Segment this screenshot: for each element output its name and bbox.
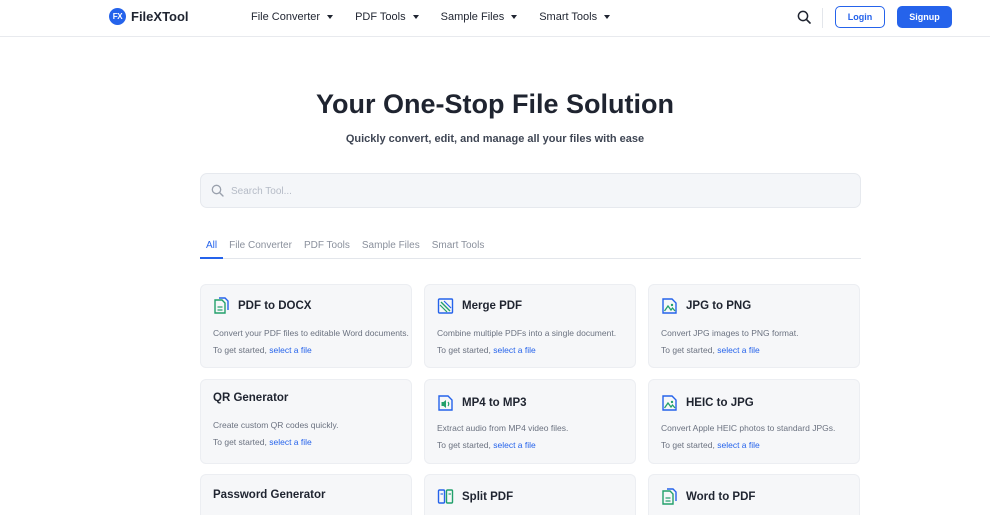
audio-file-icon <box>438 395 453 411</box>
image-convert-icon <box>662 298 677 314</box>
card-title: HEIC to JPG <box>686 397 754 409</box>
card-title: JPG to PNG <box>686 300 752 312</box>
card-description: Convert JPG images to PNG format. <box>661 328 799 338</box>
card-cta: To get started, select a file <box>661 440 760 450</box>
tab-sample-files[interactable]: Sample Files <box>356 240 426 259</box>
header-divider <box>822 8 823 28</box>
card-description: Create custom QR codes quickly. <box>213 420 339 430</box>
nav-file-converter[interactable]: File Converter <box>251 11 334 23</box>
card-description: Convert Apple HEIC photos to standard JP… <box>661 423 836 433</box>
select-file-link[interactable]: select a file <box>269 345 312 355</box>
card-cta: To get started, select a file <box>661 345 760 355</box>
card-cta: To get started, select a file <box>437 345 536 355</box>
cta-prefix: To get started, <box>661 440 718 450</box>
tab-file-converter[interactable]: File Converter <box>223 240 298 259</box>
merge-icon <box>437 298 454 314</box>
page-title: Your One-Stop File Solution <box>316 89 674 119</box>
split-icon <box>437 489 454 504</box>
login-button[interactable]: Login <box>835 6 885 28</box>
select-file-link[interactable]: select a file <box>717 345 760 355</box>
card-cta: To get started, select a file <box>213 345 312 355</box>
tool-card-heic-to-jpg[interactable]: HEIC to JPG Convert Apple HEIC photos to… <box>648 379 860 464</box>
tool-card-split-pdf[interactable]: Split PDF <box>424 474 636 515</box>
cta-prefix: To get started, <box>213 437 270 447</box>
nav-smart-tools[interactable]: Smart Tools <box>539 11 611 23</box>
page-subtitle: Quickly convert, edit, and manage all yo… <box>345 133 645 145</box>
cta-prefix: To get started, <box>661 345 718 355</box>
nav-sample-files[interactable]: Sample Files <box>441 11 518 23</box>
tab-pdf-tools[interactable]: PDF Tools <box>298 240 356 259</box>
card-title: Split PDF <box>462 491 514 503</box>
nav-label: Smart Tools <box>539 11 598 23</box>
card-description: Extract audio from MP4 video files. <box>437 423 569 433</box>
tab-all[interactable]: All <box>200 240 224 259</box>
brand-name: FileXTool <box>131 9 189 24</box>
card-cta: To get started, select a file <box>213 437 312 447</box>
select-file-link[interactable]: select a file <box>493 345 536 355</box>
signup-button[interactable]: Signup <box>897 6 952 28</box>
tool-card-pdf-to-docx[interactable]: PDF to DOCX Convert your PDF files to ed… <box>200 284 412 368</box>
file-convert-icon <box>214 297 229 314</box>
card-title: PDF to DOCX <box>238 300 312 312</box>
brand-logo[interactable]: FX FileXTool <box>109 8 189 25</box>
card-title: QR Generator <box>213 392 289 404</box>
card-title: Word to PDF <box>686 491 756 503</box>
card-title: Merge PDF <box>462 300 523 312</box>
select-file-link[interactable]: select a file <box>717 440 760 450</box>
cta-prefix: To get started, <box>437 345 494 355</box>
nav-pdf-tools[interactable]: PDF Tools <box>355 11 419 23</box>
chevron-down-icon <box>412 15 419 19</box>
search-icon[interactable] <box>797 10 811 24</box>
tool-card-jpg-to-png[interactable]: JPG to PNG Convert JPG images to PNG for… <box>648 284 860 368</box>
tool-card-mp4-to-mp3[interactable]: MP4 to MP3 Extract audio from MP4 video … <box>424 379 636 464</box>
category-tabs: All File Converter PDF Tools Sample File… <box>200 240 861 259</box>
search-icon <box>211 184 224 197</box>
file-convert-icon <box>662 488 677 505</box>
main-nav: File Converter PDF Tools Sample Files Sm… <box>251 11 632 23</box>
nav-label: PDF Tools <box>355 11 406 23</box>
tool-card-word-to-pdf[interactable]: Word to PDF <box>648 474 860 515</box>
select-file-link[interactable]: select a file <box>269 437 312 447</box>
card-description: Convert your PDF files to editable Word … <box>213 328 409 338</box>
cta-prefix: To get started, <box>213 345 270 355</box>
tool-card-password-generator[interactable]: Password Generator <box>200 474 412 515</box>
chevron-down-icon <box>511 15 518 19</box>
image-convert-icon <box>662 395 677 411</box>
chevron-down-icon <box>327 15 334 19</box>
card-title: MP4 to MP3 <box>462 397 527 409</box>
tab-smart-tools[interactable]: Smart Tools <box>426 240 491 259</box>
select-file-link[interactable]: select a file <box>493 440 536 450</box>
chevron-down-icon <box>604 15 611 19</box>
search-input[interactable] <box>231 182 831 200</box>
card-cta: To get started, select a file <box>437 440 536 450</box>
tool-search-box[interactable] <box>200 173 861 208</box>
logo-mark-icon: FX <box>109 8 126 25</box>
nav-label: File Converter <box>251 11 321 23</box>
top-navbar: FX FileXTool File Converter PDF Tools Sa… <box>0 0 990 37</box>
card-description: Combine multiple PDFs into a single docu… <box>437 328 617 338</box>
cta-prefix: To get started, <box>437 440 494 450</box>
tool-card-merge-pdf[interactable]: Merge PDF Combine multiple PDFs into a s… <box>424 284 636 368</box>
tool-card-qr-generator[interactable]: QR Generator Create custom QR codes quic… <box>200 379 412 464</box>
nav-label: Sample Files <box>440 11 505 23</box>
card-title: Password Generator <box>213 489 326 501</box>
